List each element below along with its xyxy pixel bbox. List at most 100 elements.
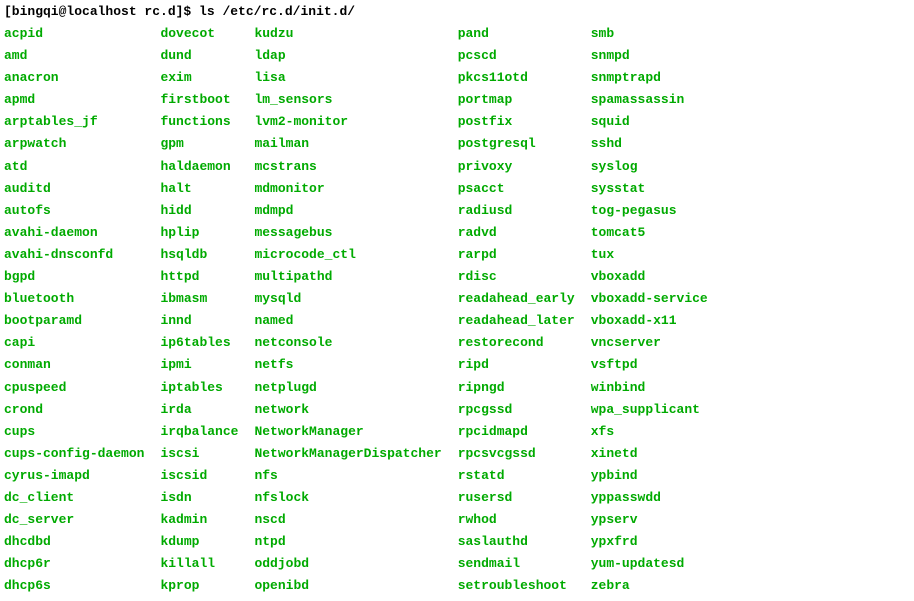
ls-entry: iptables (160, 377, 238, 399)
ls-entry: vboxadd-service (591, 288, 708, 310)
terminal-prompt-line: [bingqi@localhost rc.d]$ ls /etc/rc.d/in… (4, 4, 910, 19)
ls-entry: dhcp6r (4, 553, 144, 575)
ls-entry: restorecond (458, 332, 575, 354)
ls-entry: cpuspeed (4, 377, 144, 399)
ls-entry: portmap (458, 89, 575, 111)
ls-entry: radvd (458, 222, 575, 244)
ls-entry: bootparamd (4, 310, 144, 332)
ls-entry: mailman (254, 133, 441, 155)
ls-column-2: kudzuldaplisalm_sensorslvm2-monitormailm… (254, 23, 457, 597)
ls-entry: winbind (591, 377, 708, 399)
ls-entry: dhcdbd (4, 531, 144, 553)
ls-entry: ip6tables (160, 332, 238, 354)
ls-entry: lm_sensors (254, 89, 441, 111)
ls-entry: netplugd (254, 377, 441, 399)
ls-entry: mdmpd (254, 200, 441, 222)
ls-entry: squid (591, 111, 708, 133)
ls-entry: rpcgssd (458, 399, 575, 421)
ls-entry: tux (591, 244, 708, 266)
ls-entry: nfs (254, 465, 441, 487)
ls-entry: spamassassin (591, 89, 708, 111)
ls-entry: rarpd (458, 244, 575, 266)
ls-entry: nscd (254, 509, 441, 531)
ls-entry: ldap (254, 45, 441, 67)
ls-entry: avahi-daemon (4, 222, 144, 244)
ls-entry: dc_server (4, 509, 144, 531)
ls-entry: cups-config-daemon (4, 443, 144, 465)
ls-entry: rpcidmapd (458, 421, 575, 443)
ls-entry: setroubleshoot (458, 575, 575, 597)
ls-entry: killall (160, 553, 238, 575)
ls-entry: pkcs11otd (458, 67, 575, 89)
prompt-command: ls /etc/rc.d/init.d/ (199, 4, 355, 19)
ls-entry: pcscd (458, 45, 575, 67)
ls-entry: irqbalance (160, 421, 238, 443)
ls-entry: kadmin (160, 509, 238, 531)
ls-entry: vboxadd-x11 (591, 310, 708, 332)
ls-entry: ripngd (458, 377, 575, 399)
ls-entry: ripd (458, 354, 575, 376)
ls-entry: avahi-dnsconfd (4, 244, 144, 266)
ls-entry: lvm2-monitor (254, 111, 441, 133)
ls-entry: arptables_jf (4, 111, 144, 133)
ls-entry: hplip (160, 222, 238, 244)
ls-entry: auditd (4, 178, 144, 200)
ls-column-4: smbsnmpdsnmptrapdspamassassinsquidsshdsy… (591, 23, 724, 597)
ls-entry: firstboot (160, 89, 238, 111)
ls-entry: privoxy (458, 156, 575, 178)
ls-entry: yum-updatesd (591, 553, 708, 575)
ls-entry: smb (591, 23, 708, 45)
ls-entry: postfix (458, 111, 575, 133)
ls-entry: iscsid (160, 465, 238, 487)
ls-entry: dovecot (160, 23, 238, 45)
ls-entry: sshd (591, 133, 708, 155)
ls-entry: mysqld (254, 288, 441, 310)
ls-entry: readahead_later (458, 310, 575, 332)
ls-entry: ibmasm (160, 288, 238, 310)
ls-entry: postgresql (458, 133, 575, 155)
ls-entry: cups (4, 421, 144, 443)
ls-entry: rdisc (458, 266, 575, 288)
ls-entry: haldaemon (160, 156, 238, 178)
ls-entry: sendmail (458, 553, 575, 575)
ls-entry: vsftpd (591, 354, 708, 376)
ls-entry: dhcp6s (4, 575, 144, 597)
ls-entry: sysstat (591, 178, 708, 200)
ls-entry: hidd (160, 200, 238, 222)
ls-entry: NetworkManager (254, 421, 441, 443)
ls-entry: exim (160, 67, 238, 89)
ls-entry: NetworkManagerDispatcher (254, 443, 441, 465)
ls-entry: vboxadd (591, 266, 708, 288)
ls-entry: dc_client (4, 487, 144, 509)
ls-entry: ipmi (160, 354, 238, 376)
ls-entry: mdmonitor (254, 178, 441, 200)
ls-entry: bgpd (4, 266, 144, 288)
ls-entry: radiusd (458, 200, 575, 222)
ls-entry: autofs (4, 200, 144, 222)
ls-entry: anacron (4, 67, 144, 89)
ls-entry: conman (4, 354, 144, 376)
ls-entry: openibd (254, 575, 441, 597)
ls-entry: arpwatch (4, 133, 144, 155)
ls-entry: multipathd (254, 266, 441, 288)
ls-entry: halt (160, 178, 238, 200)
ls-entry: functions (160, 111, 238, 133)
ls-entry: rwhod (458, 509, 575, 531)
ls-entry: ntpd (254, 531, 441, 553)
ls-entry: apmd (4, 89, 144, 111)
ls-column-3: pandpcscdpkcs11otdportmappostfixpostgres… (458, 23, 591, 597)
ls-entry: hsqldb (160, 244, 238, 266)
ls-entry: xfs (591, 421, 708, 443)
ls-entry: rusersd (458, 487, 575, 509)
ls-entry: vncserver (591, 332, 708, 354)
ls-entry: microcode_ctl (254, 244, 441, 266)
ls-entry: netfs (254, 354, 441, 376)
ls-entry: zebra (591, 575, 708, 597)
ls-entry: rstatd (458, 465, 575, 487)
ls-entry: irda (160, 399, 238, 421)
ls-entry: httpd (160, 266, 238, 288)
ls-entry: ypserv (591, 509, 708, 531)
ls-entry: mcstrans (254, 156, 441, 178)
ls-entry: nfslock (254, 487, 441, 509)
ls-entry: named (254, 310, 441, 332)
